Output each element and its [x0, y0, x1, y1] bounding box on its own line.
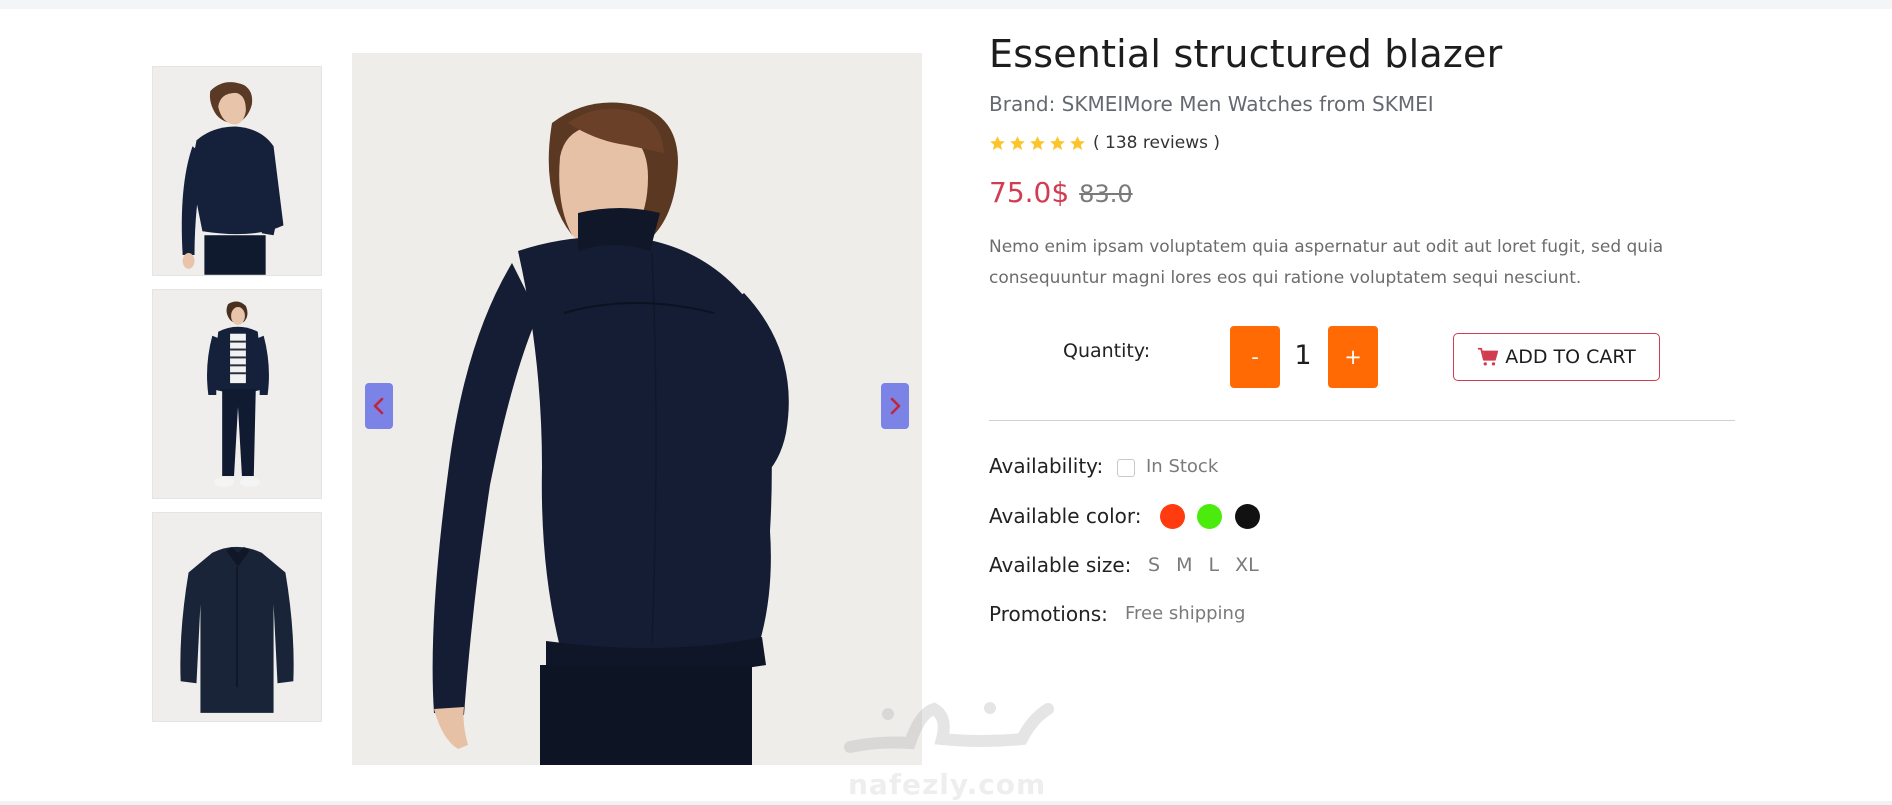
size-label: Available size: — [989, 553, 1132, 577]
brand-line: Brand: SKMEIMore Men Watches from SKMEI — [989, 92, 1434, 116]
price: 75.0$ 83.0 — [989, 176, 1133, 209]
star-icon — [1050, 135, 1065, 150]
size-option[interactable]: S — [1148, 554, 1160, 576]
jacket-back-thumbnail-image — [153, 67, 321, 275]
original-price: 83.0 — [1079, 180, 1133, 208]
stock-checkbox[interactable] — [1117, 459, 1135, 477]
product-title: Essential structured blazer — [989, 32, 1503, 76]
jacket-back-main-image — [352, 53, 922, 765]
color-label: Available color: — [989, 504, 1142, 528]
main-product-image — [352, 53, 922, 765]
quantity-decrease-button[interactable]: - — [1230, 326, 1280, 388]
chevron-left-icon — [373, 397, 384, 415]
product-description: Nemo enim ipsam voluptatem quia aspernat… — [989, 237, 1664, 288]
thumbnail-back-view[interactable] — [152, 66, 322, 276]
quantity-label: Quantity: — [1063, 340, 1151, 362]
rating: ( 138 reviews ) — [989, 133, 1220, 153]
availability-value: In Stock — [1146, 456, 1219, 477]
size-options: S M L XL — [1148, 554, 1259, 576]
jacket-flat-thumbnail-image — [153, 513, 321, 721]
thumbnail-full-outfit[interactable] — [152, 289, 322, 499]
star-icon — [1070, 135, 1085, 150]
add-to-cart-button[interactable]: ADD TO CART — [1453, 333, 1660, 381]
next-image-button[interactable] — [881, 383, 909, 429]
reviews-count[interactable]: ( 138 reviews ) — [1093, 133, 1220, 153]
promotions-value: Free shipping — [1125, 603, 1246, 624]
quantity-value[interactable]: 1 — [1290, 340, 1316, 371]
thumbnail-flat-lay[interactable] — [152, 512, 322, 722]
cart-icon — [1478, 347, 1499, 366]
size-option[interactable]: XL — [1235, 554, 1259, 576]
size-option[interactable]: L — [1208, 554, 1219, 576]
star-icon — [990, 135, 1005, 150]
bottom-border — [0, 801, 1892, 805]
divider — [989, 420, 1735, 421]
watermark-text: nafezly.com — [848, 768, 1047, 801]
color-swatch-green[interactable] — [1197, 504, 1222, 529]
chevron-right-icon — [890, 397, 901, 415]
availability-label: Availability: — [989, 454, 1104, 478]
color-swatch-black[interactable] — [1235, 504, 1260, 529]
size-option[interactable]: M — [1176, 554, 1192, 576]
star-icon — [1010, 135, 1025, 150]
quantity-increase-button[interactable]: + — [1328, 326, 1378, 388]
current-price: 75.0$ — [989, 176, 1070, 209]
top-strip — [0, 0, 1892, 9]
star-icon — [1030, 135, 1045, 150]
add-to-cart-label: ADD TO CART — [1505, 346, 1636, 368]
promotions-label: Promotions: — [989, 602, 1108, 626]
jacket-outfit-thumbnail-image — [153, 290, 321, 498]
previous-image-button[interactable] — [365, 383, 393, 429]
color-swatch-red[interactable] — [1160, 504, 1185, 529]
